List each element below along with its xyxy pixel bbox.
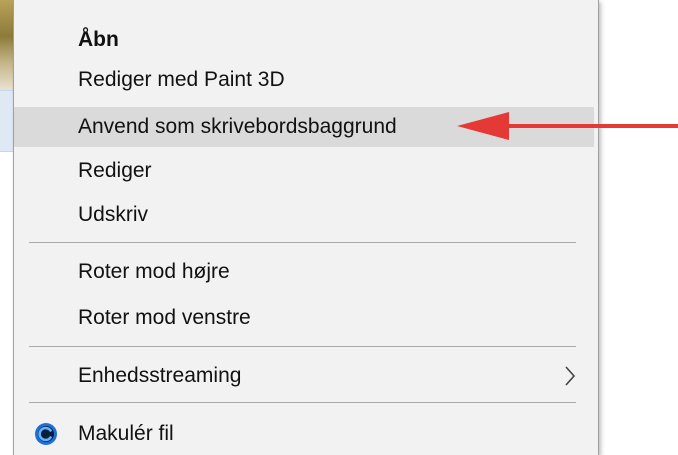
menu-item-print[interactable]: Udskriv <box>14 195 594 235</box>
screenshot-stage: Åbn Rediger med Paint 3D Anvend som skri… <box>0 0 678 455</box>
menu-item-shred-file[interactable]: Makulér fil <box>14 414 594 454</box>
menu-separator <box>29 346 576 347</box>
menu-item-label: Roter mod venstre <box>78 306 251 329</box>
menu-item-label: Anvend som skrivebordsbaggrund <box>78 115 397 138</box>
menu-separator <box>29 402 576 403</box>
menu-item-edit[interactable]: Rediger <box>14 151 594 191</box>
menu-item-device-streaming[interactable]: Enhedsstreaming <box>14 356 594 396</box>
red-arrow-annotation-icon <box>457 112 678 140</box>
menu-item-label: Udskriv <box>78 203 149 226</box>
menu-item-open[interactable]: Åbn <box>14 20 594 60</box>
menu-item-rotate-left[interactable]: Roter mod venstre <box>14 298 594 338</box>
menu-item-rotate-right[interactable]: Roter mod højre <box>14 252 594 292</box>
menu-item-label: Makulér fil <box>78 422 174 445</box>
chevron-right-icon <box>565 366 576 386</box>
menu-item-label: Åbn <box>78 28 119 51</box>
menu-item-label: Enhedsstreaming <box>78 364 242 387</box>
menu-item-label: Rediger med Paint 3D <box>78 68 285 91</box>
ccleaner-icon <box>35 423 57 445</box>
menu-separator <box>29 242 576 243</box>
menu-item-edit-paint3d[interactable]: Rediger med Paint 3D <box>14 60 594 100</box>
file-thumbnail-label-strip <box>0 90 14 152</box>
menu-item-label: Roter mod højre <box>78 260 230 283</box>
file-thumbnail[interactable] <box>0 0 14 90</box>
context-menu: Åbn Rediger med Paint 3D Anvend som skri… <box>13 0 599 455</box>
menu-item-label: Rediger <box>78 159 152 182</box>
